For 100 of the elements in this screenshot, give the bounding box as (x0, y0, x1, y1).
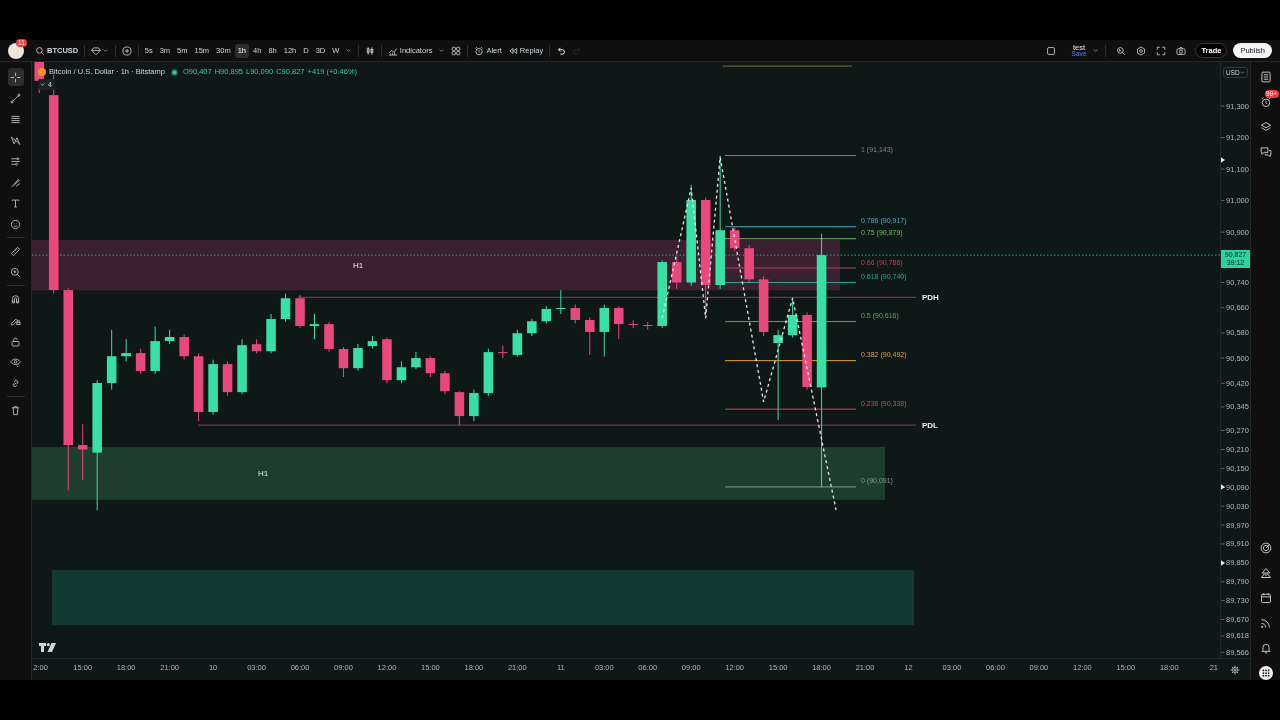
triangle-marker-icon (1221, 560, 1225, 566)
candle (222, 360, 233, 397)
signal-waves-icon (1259, 617, 1272, 629)
caret-icon (438, 47, 446, 54)
caret-icon (344, 47, 352, 54)
candle (382, 337, 392, 384)
caret-icon (102, 47, 110, 54)
candle (193, 352, 204, 422)
candle (396, 360, 407, 384)
candle (150, 326, 160, 375)
apps-button[interactable] (1257, 666, 1274, 680)
smiley-icon (10, 218, 21, 230)
logo-icon (39, 643, 56, 652)
candle (657, 259, 667, 329)
bell-icon (1259, 642, 1272, 654)
status-dot-icon (170, 68, 178, 76)
caret-icon (1092, 47, 1100, 54)
calendar-icon (1259, 592, 1272, 604)
candle (628, 319, 638, 329)
candle (411, 351, 421, 370)
coin-icon (38, 68, 46, 76)
candle (758, 275, 769, 337)
open-padlock-icon (10, 335, 21, 347)
ruler-icon (10, 245, 21, 257)
candle (425, 356, 436, 378)
candle (251, 338, 262, 354)
candle (512, 329, 523, 358)
candle (527, 318, 537, 337)
grid-icon (451, 45, 462, 56)
candle (556, 289, 566, 315)
alarm-clock-icon (474, 45, 485, 56)
candlestick-icon (364, 45, 375, 56)
candle (280, 293, 291, 323)
list-icon (1259, 71, 1272, 83)
caret-icon (39, 81, 46, 88)
square-icon (1045, 45, 1056, 56)
trash-icon (10, 404, 21, 416)
caret-icon (1240, 70, 1245, 75)
candle (266, 313, 276, 354)
level-label: PDL (922, 421, 938, 431)
candle (135, 348, 146, 375)
target-icon (1259, 542, 1272, 554)
candle (338, 346, 349, 378)
triangles-icon (1259, 567, 1272, 579)
candle (179, 334, 189, 361)
level-label: PDH (922, 293, 939, 303)
line-chart-icon (387, 45, 398, 56)
search-icon (1116, 45, 1127, 56)
candle (614, 305, 624, 340)
zigzag-icon (10, 134, 21, 146)
candle (295, 294, 305, 329)
candle (671, 256, 682, 290)
candle (77, 423, 88, 481)
candle (541, 305, 552, 324)
chats-button[interactable] (1257, 145, 1274, 159)
candle (787, 297, 798, 339)
candle (570, 304, 581, 324)
triangle-marker-icon (1221, 157, 1225, 163)
plus-circle-icon (122, 45, 133, 56)
line-segment-icon (10, 92, 21, 104)
candle (324, 321, 334, 353)
triangle-marker-icon (1221, 484, 1225, 490)
candle (498, 345, 508, 359)
candle (599, 304, 610, 358)
gear-icon (1230, 664, 1240, 675)
branching-lines-icon (10, 155, 21, 167)
candle (744, 244, 754, 283)
zone-label: H1 (352, 261, 364, 271)
fullscreen-icon (1156, 45, 1167, 56)
rewind-icon (507, 45, 518, 56)
crosshair-button[interactable] (7, 68, 24, 86)
diamond-icon (91, 45, 102, 56)
search-icon (35, 45, 45, 56)
layers-icon (1259, 121, 1272, 133)
candle (367, 335, 378, 350)
candle (121, 338, 131, 362)
magnet-icon (10, 293, 21, 305)
eye-icon (10, 356, 21, 368)
candle (642, 321, 653, 331)
horizontal-lines-icon (10, 113, 21, 125)
candle (106, 329, 117, 391)
user-avatar[interactable] (8, 42, 24, 59)
candle (585, 316, 595, 356)
candle (729, 226, 740, 252)
candle (440, 370, 450, 395)
candle (208, 359, 218, 416)
candle (353, 343, 363, 372)
brush-icon (10, 176, 21, 188)
camera-icon (1176, 45, 1187, 56)
candle (454, 390, 465, 426)
text-tool-icon (10, 197, 21, 209)
settings-icon (1136, 45, 1147, 56)
chat-bubbles-icon (1259, 146, 1272, 158)
candle (309, 313, 320, 340)
candle (483, 348, 494, 397)
zoom-in-icon (10, 266, 21, 278)
crosshair-icon (10, 71, 21, 83)
zone-label: H1 (257, 469, 269, 479)
alarm-clock-icon (1259, 96, 1272, 108)
candle (469, 389, 479, 422)
